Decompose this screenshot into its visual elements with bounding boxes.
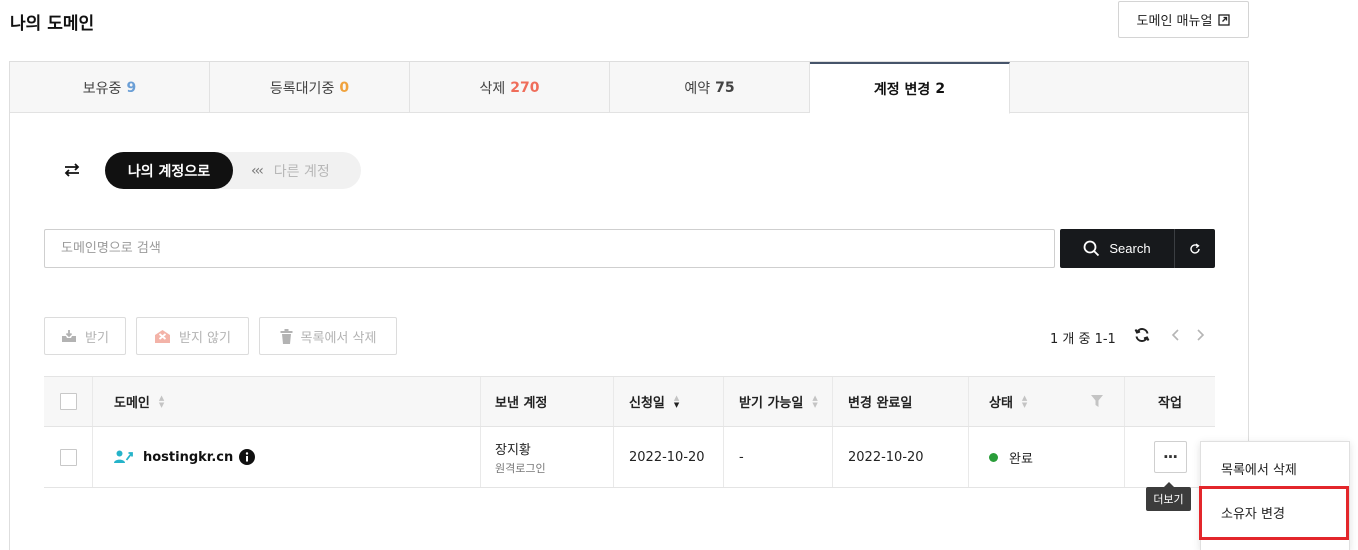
header-sender-label: 보낸 계정 [495, 396, 548, 411]
header-sender: 보낸 계정 [481, 377, 614, 426]
tab-pending-label: 등록대기중 [269, 80, 335, 97]
download-tray-icon [62, 329, 77, 342]
ellipsis-icon: ··· [1162, 448, 1178, 466]
search-button-group: Search [1060, 229, 1215, 268]
page-title: 나의 도메인 [10, 14, 95, 34]
header-domain-label: 도메인 [114, 396, 150, 411]
header-action: 작업 [1125, 377, 1215, 426]
more-tooltip: 더보기 [1146, 482, 1191, 511]
refresh-icon [1190, 242, 1200, 254]
header-status-label: 상태 [989, 396, 1013, 411]
decline-button-label: 받지 않기 [179, 330, 231, 346]
menu-remove-from-list[interactable]: 목록에서 삭제 [1201, 446, 1349, 490]
row-status: 완료 [969, 427, 1125, 487]
domain-manual-button[interactable]: 도메인 매뉴얼 [1118, 1, 1249, 38]
row-checkbox-cell [44, 427, 93, 487]
receive-button-label: 받기 [85, 330, 109, 346]
search-icon [1083, 240, 1100, 257]
tab-account-change-label: 계정 변경 [873, 81, 931, 98]
account-transfer-icon [114, 450, 133, 463]
request-date-value: 2022-10-20 [629, 449, 705, 465]
filter-icon[interactable] [1090, 394, 1104, 408]
reset-search-button[interactable] [1175, 229, 1215, 268]
decline-button[interactable]: 받지 않기 [136, 317, 249, 355]
tab-owned-count: 9 [126, 79, 137, 96]
header-receivable-date-label: 받기 가능일 [739, 396, 804, 411]
tab-deleted-label: 삭제 [479, 80, 506, 97]
search-button-label: Search [1109, 241, 1151, 256]
tab-deleted-count: 270 [510, 79, 540, 96]
table-row: hostingkr.cn 장지황 원격로그인 2022-10-20 - 2022… [44, 427, 1215, 488]
sender-info: 장지황 원격로그인 [495, 439, 546, 476]
swap-arrows-icon[interactable] [63, 161, 81, 179]
header-completed-date-label: 변경 완료일 [848, 396, 913, 411]
sender-name: 장지황 [495, 442, 531, 458]
manual-button-label: 도메인 매뉴얼 [1136, 14, 1213, 29]
search-button[interactable]: Search [1060, 229, 1175, 268]
sort-icon: ▲ ▼ [812, 393, 818, 409]
row-request-date: 2022-10-20 [614, 427, 724, 487]
table-header: 도메인 ▲ ▼ 보낸 계정 신청일 ▲ ▼ 받기 가능일 ▲ ▼ 변경 완료일 상태 ▲ ▼ 작… [44, 376, 1215, 427]
toggle-other-account[interactable]: ‹‹‹ 다른 계정 [251, 152, 330, 189]
tab-bar: 보유중 9 등록대기중 0 삭제 270 예약 75 계정 변경 2 [10, 62, 1248, 114]
header-receivable-date[interactable]: 받기 가능일 ▲ ▼ [724, 377, 833, 426]
tab-reserved-label: 예약 [684, 80, 711, 97]
header-checkbox-cell [44, 377, 93, 426]
status-value: 완료 [1009, 451, 1033, 467]
header-request-date[interactable]: 신청일 ▲ ▼ [614, 377, 724, 426]
more-button[interactable]: ··· [1153, 441, 1187, 473]
row-action-menu: 목록에서 삭제 소유자 변경 [1200, 441, 1350, 550]
info-icon[interactable] [239, 449, 256, 465]
tab-pending-count: 0 [339, 79, 350, 96]
next-page-icon[interactable] [1192, 327, 1208, 343]
account-change-table: 도메인 ▲ ▼ 보낸 계정 신청일 ▲ ▼ 받기 가능일 ▲ ▼ 변경 완료일 상태 ▲ ▼ 작… [44, 376, 1215, 488]
row-receivable-date: - [724, 427, 833, 487]
sort-desc-icon: ▲ ▼ [673, 393, 680, 409]
remove-from-list-button[interactable]: 목록에서 삭제 [259, 317, 397, 355]
domain-panel: 보유중 9 등록대기중 0 삭제 270 예약 75 계정 변경 2 나의 계정으로 ‹‹… [9, 61, 1249, 550]
decline-envelope-icon [155, 329, 170, 343]
reload-list-icon[interactable] [1134, 327, 1150, 343]
tab-reserved-count: 75 [715, 79, 735, 96]
account-direction-toggle: 나의 계정으로 ‹‹‹ 다른 계정 [105, 152, 361, 189]
remove-button-label: 목록에서 삭제 [300, 330, 377, 346]
header-status[interactable]: 상태 ▲ ▼ [969, 377, 1125, 426]
row-domain-cell: hostingkr.cn [93, 427, 481, 487]
toggle-my-account[interactable]: 나의 계정으로 [105, 152, 233, 189]
header-completed-date: 변경 완료일 [833, 377, 969, 426]
header-domain[interactable]: 도메인 ▲ ▼ [93, 377, 481, 426]
tab-reserved[interactable]: 예약 75 [610, 62, 810, 113]
status-dot-icon [989, 452, 998, 462]
menu-change-owner[interactable]: 소유자 변경 [1201, 490, 1349, 534]
select-all-checkbox[interactable] [59, 393, 77, 410]
pagination-summary: 1 개 중 1-1 [1050, 332, 1116, 347]
external-link-icon [1218, 13, 1231, 26]
tab-owned[interactable]: 보유중 9 [10, 62, 210, 113]
trash-icon [280, 328, 293, 344]
triple-chevron-left-icon: ‹‹‹ [251, 162, 264, 179]
tab-account-change[interactable]: 계정 변경 2 [810, 62, 1010, 114]
receive-button[interactable]: 받기 [44, 317, 126, 355]
toggle-other-label: 다른 계정 [273, 163, 330, 180]
sort-icon: ▲ ▼ [158, 393, 165, 409]
tab-deleted[interactable]: 삭제 270 [410, 62, 610, 113]
row-checkbox[interactable] [59, 448, 77, 466]
receivable-date-value: - [739, 449, 744, 465]
tab-pending[interactable]: 등록대기중 0 [210, 62, 410, 113]
prev-page-icon[interactable] [1168, 327, 1184, 343]
header-request-date-label: 신청일 [629, 396, 665, 411]
row-sender-cell: 장지황 원격로그인 [481, 427, 614, 487]
domain-search-input[interactable] [44, 229, 1055, 268]
tab-owned-label: 보유중 [82, 80, 122, 97]
row-completed-date: 2022-10-20 [833, 427, 969, 487]
header-action-label: 작업 [1158, 396, 1182, 411]
completed-date-value: 2022-10-20 [848, 449, 924, 465]
domain-link[interactable]: hostingkr.cn [143, 450, 233, 465]
sort-icon: ▲ ▼ [1021, 393, 1028, 409]
sender-login-type: 원격로그인 [495, 461, 546, 475]
tab-account-change-count: 2 [935, 80, 946, 97]
